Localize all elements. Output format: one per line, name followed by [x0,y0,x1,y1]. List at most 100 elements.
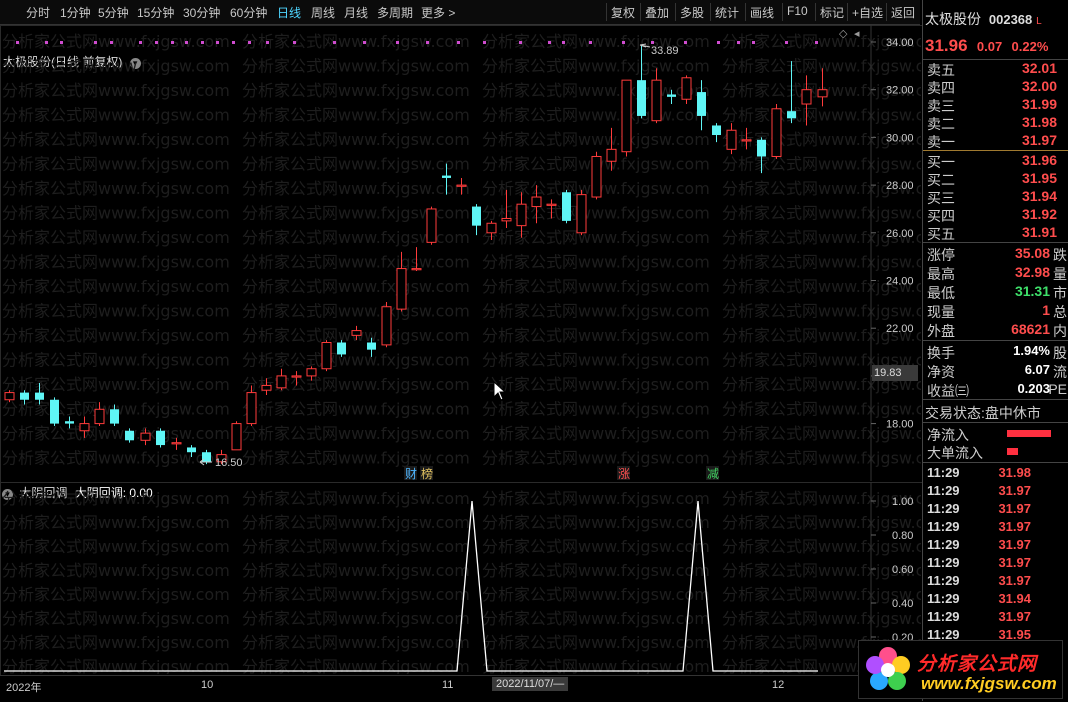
watermark-text: 分析家公式网www.fxjgsw.com [2,302,230,321]
signal-dot [248,41,251,44]
signal-dot [201,41,204,44]
ask-row[interactable]: 卖四 32.00 [925,78,1065,96]
toolbar-button[interactable]: 复权 [611,4,635,21]
watermark-text: 分析家公式网www.fxjgsw.com [242,609,470,628]
period-tab[interactable]: 30分钟 [183,4,220,21]
watermark-text: 分析家公式网www.fxjgsw.com [482,277,710,296]
period-tab[interactable]: 1分钟 [60,4,91,21]
period-tab[interactable]: 日线 [277,4,301,21]
candle-body-up [681,77,692,100]
bid-row[interactable]: 买五 31.91 [925,224,1065,242]
candle-body-up [771,108,782,157]
bid-label: 买三 [927,190,955,206]
indicator-chart: 分析家公式网www.fxjgsw.com 分析家公式网www.fxjgsw.com… [2,482,921,674]
watermark-text: 分析家公式网www.fxjgsw.com [722,302,921,321]
bid-row[interactable]: 买四 31.92 [925,206,1065,224]
tick-time: 11:29 [927,537,960,552]
candle-body-down [20,392,29,400]
y-tick-label: 22.00 [886,323,914,335]
tick-price: 31.97 [998,555,1031,570]
watermark-text: 分析家公式网www.fxjgsw.com [722,609,921,628]
watermark-text: 分析家公式网www.fxjgsw.com [242,81,470,100]
toolbar-button[interactable]: 画线 [750,4,774,21]
toolbar-button[interactable]: 标记 [820,4,844,21]
tick-time: 11:29 [927,519,960,534]
watermark-text: 分析家公式网www.fxjgsw.com [722,449,921,468]
current-price-tag: 19.83 [872,365,918,381]
period-tab[interactable]: 60分钟 [230,4,267,21]
candle-body-down [697,92,706,116]
toolbar-button[interactable]: 叠加 [645,4,669,21]
candle-body-down [65,421,74,424]
watermark-text: 分析家公式网www.fxjgsw.com [482,351,710,370]
price-change: 0.07 [976,39,1003,54]
watermark-text: 分析家公式网www.fxjgsw.com [242,130,470,149]
watermark-text: 分析家公式网www.fxjgsw.com [482,424,710,443]
ask-row[interactable]: 卖一 31.97 [925,132,1065,150]
period-tab[interactable]: 5分钟 [98,4,129,21]
bid-row[interactable]: 买二 31.95 [925,170,1065,188]
period-tab[interactable]: 更多 > [421,4,455,21]
candle-body-up [291,375,302,378]
period-tab[interactable]: 多周期 [377,4,413,21]
candle-body-up [531,196,542,208]
bid-row[interactable]: 买三 31.94 [925,188,1065,206]
watermark-text: 分析家公式网www.fxjgsw.com [242,106,470,125]
signal-dot [139,41,142,44]
candle-body-up [306,368,317,377]
bid-price: 31.96 [1021,152,1057,168]
stat-extra: PE [1048,381,1067,397]
watermark-text: 分析家公式网www.fxjgsw.com [2,204,230,223]
tick-row: 11:29 31.94 [925,591,1065,609]
period-tab[interactable]: 分时 [26,4,50,21]
ask-row[interactable]: 卖五 32.01 [925,60,1065,78]
stock-code: 002368 [988,12,1033,27]
signal-dot [266,41,269,44]
stat-extra: 流 [1053,364,1067,380]
bid-row[interactable]: 买一 31.96 [925,152,1065,170]
watermark-text: 分析家公式网www.fxjgsw.com [482,228,710,247]
y-tick-label: 18.00 [886,419,914,431]
toolbar-button[interactable]: 多股 [680,4,704,21]
tick-row: 11:29 31.98 [925,465,1065,483]
flow-label: 净流入 [927,427,969,443]
stock-code-suffix: L [1036,16,1042,27]
signal-dot [785,41,788,44]
toolbar-button[interactable]: F10 [787,4,808,18]
tick-time: 11:29 [927,591,960,606]
candle-body-down [202,452,211,462]
stat-row: 净资 6.07 流 [925,362,1067,380]
ask-row[interactable]: 卖二 31.98 [925,114,1065,132]
candle-body-up [79,423,90,432]
candle-body-down [50,399,59,424]
watermark-text: 分析家公式网www.fxjgsw.com [2,561,230,580]
logo-title: 分析家公式网 [917,654,1038,675]
ask-price: 32.01 [1021,60,1057,76]
watermark-text: 分析家公式网www.fxjgsw.com [482,204,710,223]
stat-value: 6.07 [1024,362,1050,377]
candle-body-up [501,217,512,222]
toolbar-button[interactable]: +自选 [852,4,883,21]
period-tab[interactable]: 15分钟 [137,4,174,21]
x-axis-label: 2022年 [6,682,42,694]
ask-row[interactable]: 卖三 31.99 [925,96,1065,114]
watermark-text: 分析家公式网www.fxjgsw.com [242,375,470,394]
watermark-text: 分析家公式网www.fxjgsw.com [242,561,470,580]
signal-dot [483,41,486,44]
ask-label: 卖四 [927,80,955,96]
toolbar-button[interactable]: 统计 [715,4,739,21]
candle-body-up [261,384,272,391]
ask-price: 31.98 [1021,114,1057,130]
signal-dot [363,41,366,44]
tick-time: 11:29 [927,465,960,480]
period-tab[interactable]: 月线 [344,4,368,21]
stat-extra: 量 [1053,266,1067,282]
signal-dot [110,41,113,44]
ask-label: 卖二 [927,116,955,132]
stat-value: 31.31 [1014,283,1050,299]
watermark-text: 分析家公式网www.fxjgsw.com [482,633,710,652]
ask-price: 31.99 [1021,96,1057,112]
tick-row: 11:29 31.97 [925,573,1065,591]
period-tab[interactable]: 周线 [311,4,335,21]
toolbar-button[interactable]: 返回 [891,4,915,21]
